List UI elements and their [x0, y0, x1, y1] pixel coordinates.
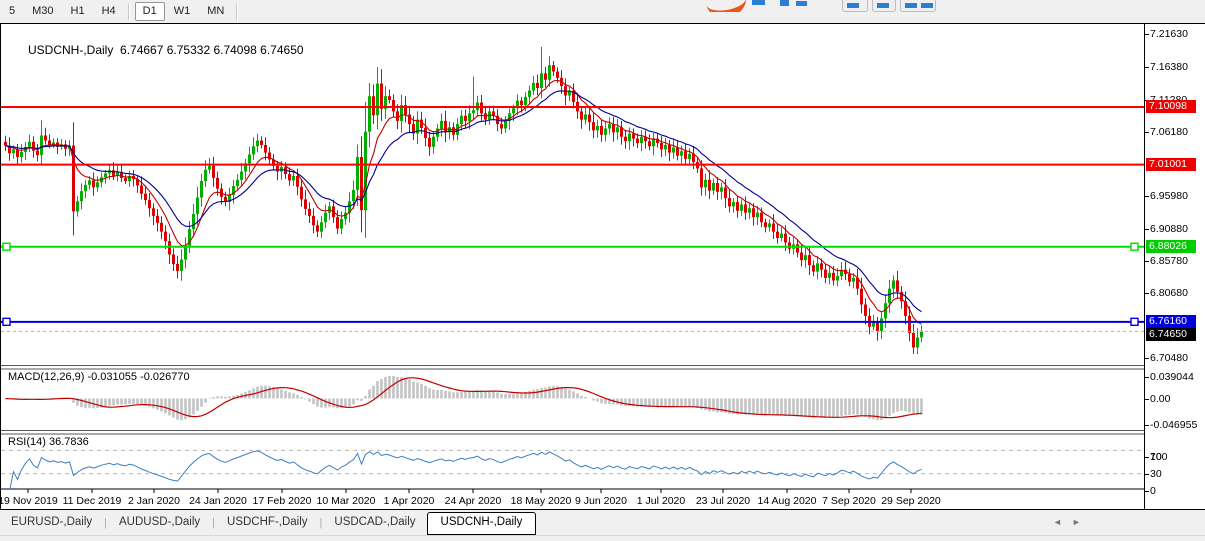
browser-logo-fragment [700, 0, 950, 12]
logo-glyph-fragment [796, 1, 807, 6]
price-axis-tick: 6.95980 [1150, 190, 1188, 202]
price-axis-tick: 7.06180 [1150, 126, 1188, 138]
macd-axis-label: 0.039044 [1150, 371, 1194, 383]
toolbar-separator [236, 4, 238, 20]
moving-average-8 [6, 80, 922, 324]
candlestick-series [4, 47, 923, 354]
chart-symbol-period: USDCNH-,Daily [28, 43, 113, 57]
orange-logo-icon [704, 0, 749, 12]
timeframe-button-w1[interactable]: W1 [166, 2, 199, 21]
level-handle[interactable] [1131, 318, 1138, 325]
price-badge-7.01001: 7.01001 [1146, 158, 1196, 171]
bottom-strip [0, 535, 1205, 541]
logo-glyph-fragment [780, 0, 789, 6]
price-axis-tick: 7.16380 [1150, 61, 1188, 73]
symbol-tab-usdcnh[interactable]: USDCNH-,Daily [427, 512, 537, 535]
tab-scroll-right-icon[interactable]: ► [1072, 517, 1081, 527]
macd-indicator-label: MACD(12,26,9) -0.031055 -0.026770 [8, 371, 190, 383]
chart-window: USDCNH-,Daily 6.74667 6.75332 6.74098 6.… [0, 23, 1205, 510]
chart-ohlc-values: 6.74667 6.75332 6.74098 6.74650 [120, 43, 304, 57]
timeframe-button-5[interactable]: 5 [1, 2, 23, 21]
level-handle[interactable] [3, 243, 10, 250]
price-axis[interactable]: 7.216307.163807.112807.061806.959806.908… [1144, 24, 1205, 509]
price-axis-tick: 6.70480 [1150, 352, 1188, 364]
rsi-axis-label: 70 [1150, 451, 1162, 463]
macd-axis-label: -0.046955 [1150, 419, 1197, 431]
rsi-indicator-label: RSI(14) 36.7836 [8, 436, 89, 448]
price-badge-6.74650: 6.74650 [1146, 328, 1196, 341]
price-badge-7.10098: 7.10098 [1146, 100, 1196, 113]
timeframe-button-h4[interactable]: H4 [94, 2, 124, 21]
rsi-axis-label: 30 [1150, 468, 1162, 480]
price-badge-6.76160: 6.76160 [1146, 315, 1196, 328]
timeframe-button-m30[interactable]: M30 [24, 2, 61, 21]
symbol-tab-eurusd[interactable]: EURUSD-,Daily [0, 512, 103, 534]
toolbar-button-fragment [900, 0, 936, 12]
symbol-tab-bar: EURUSD-,Daily|AUDUSD-,Daily|USDCHF-,Dail… [0, 511, 1205, 535]
symbol-tab-usdcad[interactable]: USDCAD-,Daily [323, 512, 426, 534]
macd-axis-label: 0.00 [1150, 393, 1170, 405]
timeframe-button-h1[interactable]: H1 [63, 2, 93, 21]
timeframe-button-d1[interactable]: D1 [135, 2, 165, 21]
date-axis-label: 29 Sep 2020 [871, 495, 951, 507]
toolbar-separator [128, 4, 130, 20]
level-handle[interactable] [3, 318, 10, 325]
timeframe-button-mn[interactable]: MN [199, 2, 232, 21]
logo-glyph-fragment [752, 0, 765, 5]
chart-title: USDCNH-,Daily 6.74667 6.75332 6.74098 6.… [8, 29, 304, 71]
price-axis-tick: 6.80680 [1150, 287, 1188, 299]
price-axis-tick: 7.21630 [1150, 28, 1188, 40]
level-handle[interactable] [1131, 243, 1138, 250]
toolbar-button-fragment [842, 0, 868, 12]
price-badge-6.88026: 6.88026 [1146, 240, 1196, 253]
moving-average-17 [6, 91, 922, 312]
chart-canvas[interactable] [1, 24, 1144, 494]
toolbar-button-fragment [872, 0, 896, 12]
rsi-line [6, 451, 922, 491]
symbol-tab-usdchf[interactable]: USDCHF-,Daily [216, 512, 319, 534]
rsi-axis-label: 0 [1150, 485, 1156, 497]
macd-signal-line [6, 378, 922, 418]
tab-scroll-left-icon[interactable]: ◄ [1053, 517, 1062, 527]
price-axis-tick: 6.90880 [1150, 223, 1188, 235]
symbol-tab-audusd[interactable]: AUDUSD-,Daily [108, 512, 211, 534]
timeframe-toolbar: 5M30H1H4 D1W1MN [0, 0, 1205, 24]
application-window: 5M30H1H4 D1W1MN USDCNH-,Daily 6.74667 6.7… [0, 0, 1205, 541]
price-axis-tick: 6.85780 [1150, 255, 1188, 267]
